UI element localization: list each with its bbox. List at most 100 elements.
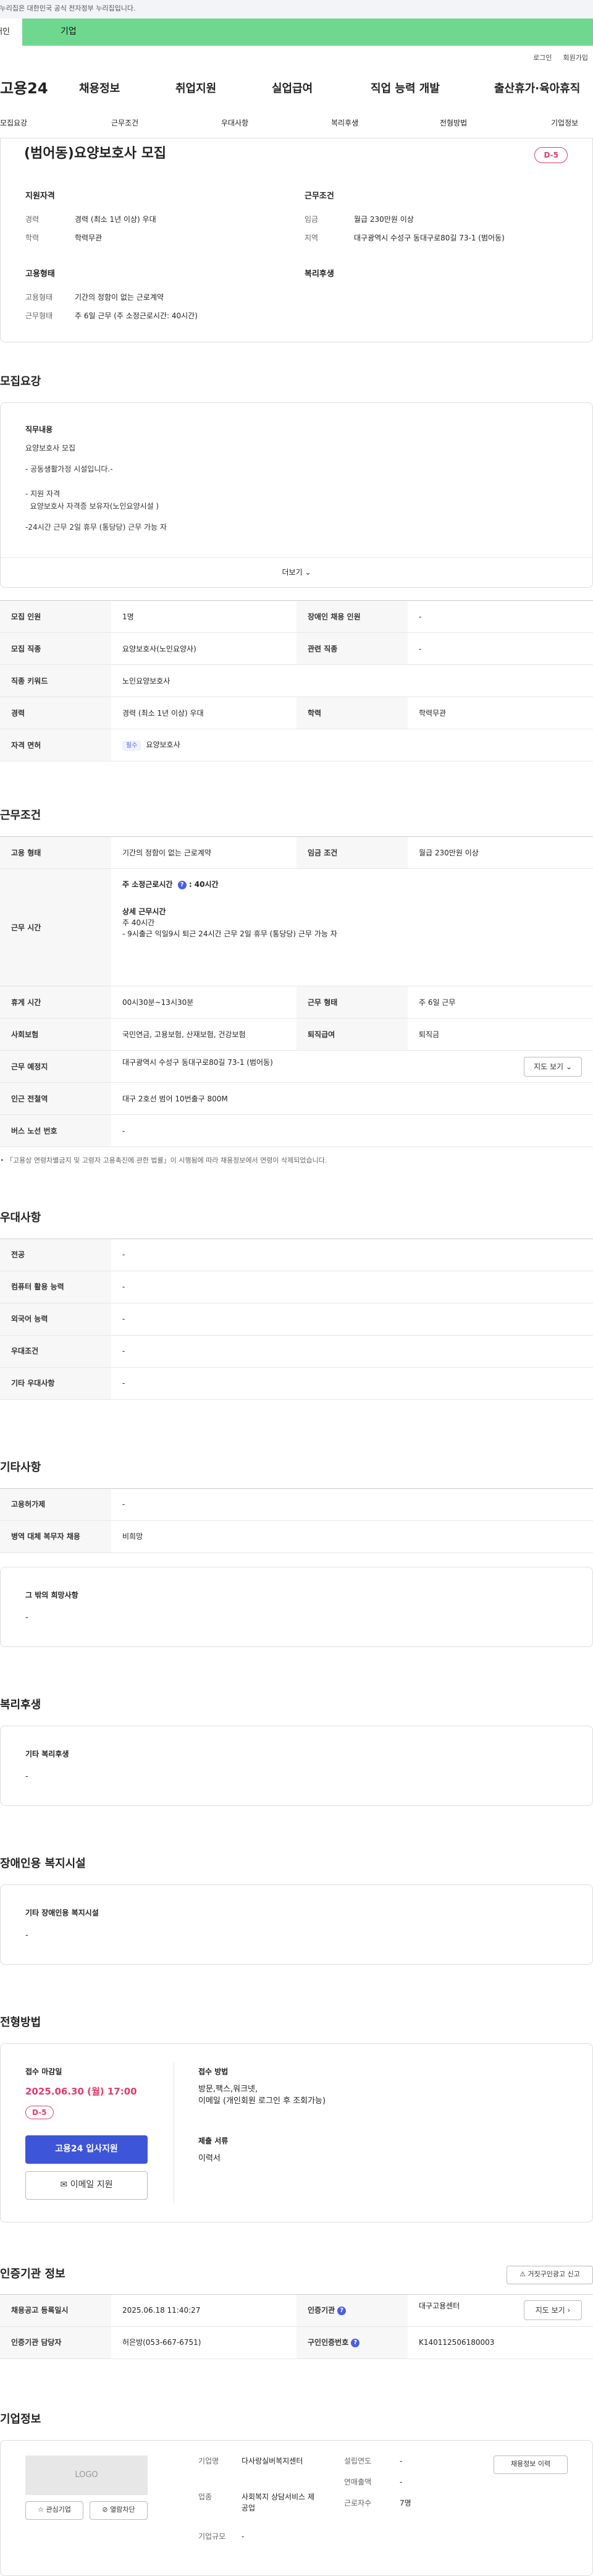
- more-label: 더보기: [282, 568, 303, 577]
- summary-label: 지역: [305, 234, 319, 242]
- login-link[interactable]: 로그인: [533, 53, 552, 70]
- agency-map-button[interactable]: 지도 보기 ›: [524, 2300, 582, 2320]
- gnb-item-parental-leave[interactable]: 출산휴가·육아휴직: [494, 80, 580, 97]
- hope-heading: 그 밖의 희망사항: [25, 1590, 78, 1599]
- info-icon[interactable]: ?: [177, 880, 187, 889]
- util-nav: 로그인 회원가입: [0, 46, 593, 70]
- chevron-down-icon: ⌄: [563, 1062, 572, 1071]
- table-header-cell: 모집 직종: [0, 632, 111, 665]
- favorite-company-button[interactable]: ☆ 관심기업: [25, 2501, 83, 2520]
- hope-card: 그 밖의 희망사항 -: [0, 1566, 593, 1647]
- recruit-table: 모집 인원 1명 장애인 채용 인원 - 모집 직종 요양보호사(노인요양사) …: [0, 600, 593, 761]
- summary-row: 고용형태 기간의 정함이 없는 근로계약: [25, 292, 198, 310]
- table-cell: 요양보호사(노인요양사): [111, 632, 296, 665]
- signup-link[interactable]: 회원가입: [563, 53, 588, 70]
- table-header-cell: 고용허가제: [0, 1488, 111, 1521]
- hiring-history-button[interactable]: 채용정보 이력: [494, 2455, 568, 2474]
- more-button[interactable]: 더보기 ⌄: [1, 557, 592, 588]
- summary-label: 학력: [25, 234, 40, 242]
- report-button-label: 거짓구인광고 신고: [528, 2270, 580, 2279]
- company-value: -: [242, 2532, 245, 2541]
- map-button[interactable]: 지도 보기 ⌄: [524, 1056, 582, 1077]
- table-cell: K140112506180003: [408, 2326, 593, 2359]
- table-header-cell: 학력: [296, 697, 408, 729]
- anchor-recruit[interactable]: 모집요강: [0, 117, 27, 129]
- table-header-cell: 근무 형태: [296, 986, 408, 1019]
- gov-notice-bar: 이 누리집은 대한민국 공식 전자정부 누리집입니다.: [0, 0, 593, 19]
- summary-row: 학력 학력무관: [25, 232, 156, 251]
- info-icon[interactable]: ?: [351, 2338, 360, 2347]
- table-row: 병역 대체 복무자 채용 비희망: [0, 1520, 593, 1553]
- block-label: 열람차단: [110, 2506, 135, 2514]
- gnb-item-vocational-training[interactable]: 직업 능력 개발: [371, 80, 440, 97]
- mail-icon: ✉: [60, 2180, 70, 2190]
- company-label: 업종: [198, 2492, 212, 2501]
- table-cell: 대구 2호선 범어 10번출구 800M: [111, 1082, 593, 1115]
- hope-value: -: [25, 1612, 28, 1622]
- gnb-item-employment-support[interactable]: 취업지원: [175, 80, 216, 97]
- tab-personal[interactable]: 개인: [0, 19, 22, 46]
- report-fake-ad-button[interactable]: ⚠ 거짓구인광고 신고: [507, 2265, 593, 2284]
- table-cell: 비희망: [111, 1520, 593, 1553]
- table-header-cell: 근무 예정지: [0, 1050, 111, 1083]
- company-value: 7명: [400, 2498, 411, 2507]
- table-row: 컴퓨터 활용 능력 -: [0, 1271, 593, 1303]
- process-card: 접수 마감일 2025.06.30 (월) 17:00 D-5 고용24 입사지…: [0, 2043, 593, 2222]
- anchor-conditions[interactable]: 근무조건: [111, 117, 138, 129]
- gnb-item-jobs[interactable]: 채용정보: [79, 80, 120, 97]
- anchor-preference[interactable]: 우대사항: [221, 117, 248, 129]
- table-header-cell: 병역 대체 복무자 채용: [0, 1520, 111, 1553]
- global-nav: 고용24 채용정보 취업지원 실업급여 직업 능력 개발 출산휴가·육아휴직: [0, 70, 593, 106]
- table-row: 전공 -: [0, 1239, 593, 1271]
- gnb-item-unemployment-benefit[interactable]: 실업급여: [272, 80, 313, 97]
- table-header-cell: 장애인 채용 인원: [296, 600, 408, 633]
- info-icon[interactable]: ?: [337, 2306, 347, 2315]
- site-logo[interactable]: 고용24: [0, 77, 48, 100]
- summary-label: 임금: [305, 215, 319, 224]
- company-value: -: [400, 2456, 403, 2465]
- required-tag: 필수: [122, 740, 141, 751]
- anchor-welfare[interactable]: 복리후생: [331, 117, 358, 129]
- block-company-button[interactable]: ⊘ 열람차단: [90, 2501, 148, 2520]
- tab-company[interactable]: 기업: [22, 19, 593, 46]
- company-card: LOGO ☆ 관심기업 ⊘ 열람차단 기업명 다사랑실버복지센터 업종 사회복지 상…: [0, 2439, 593, 2576]
- company-value: -: [400, 2477, 403, 2486]
- agency-table: 채용공고 등록일시 2025.06.18 11:40:27 인증기관? 대구고용…: [0, 2294, 593, 2359]
- company-label: 기업명: [198, 2456, 219, 2465]
- agency-header: 인증기관 정보 ⚠ 거짓구인광고 신고: [0, 2265, 593, 2290]
- table-header-cell: 자격 면허: [0, 729, 111, 761]
- company-info-row: 연매출액 -: [344, 2476, 411, 2498]
- process-heading: 전형방법: [0, 2015, 41, 2029]
- table-header-cell: 컴퓨터 활용 능력: [0, 1271, 111, 1303]
- table-row: 외국어 능력 -: [0, 1303, 593, 1336]
- table-cell: -: [111, 1488, 593, 1521]
- weekly-hours-label: 주 소정근로시간: [122, 880, 175, 889]
- table-cell: 대구고용센터 지도 보기 ›: [408, 2294, 593, 2327]
- anchor-company[interactable]: 기업정보: [551, 117, 578, 129]
- table-cell: -: [111, 1335, 593, 1368]
- agency-heading: 인증기관 정보: [0, 2267, 65, 2281]
- table-header-cell: 인근 전철역: [0, 1082, 111, 1115]
- anchor-process[interactable]: 전형방법: [440, 117, 467, 129]
- company-info-row: 기업규모 -: [198, 2531, 316, 2542]
- dday-badge: D-5: [25, 2105, 54, 2119]
- etc-table: 고용허가제 - 병역 대체 복무자 채용 비희망: [0, 1488, 593, 1553]
- email-apply-button[interactable]: ✉ 이메일 지원: [25, 2171, 148, 2200]
- gov-notice-text: 이 누리집은 대한민국 공식 전자정부 누리집입니다.: [0, 4, 136, 12]
- table-header-cell: 기타 우대사항: [0, 1367, 111, 1400]
- table-cell: -: [408, 632, 593, 665]
- apply-button[interactable]: 고용24 입사지원: [25, 2135, 148, 2164]
- table-cell: -: [111, 1271, 593, 1303]
- time-detail-heading: 상세 근무시간: [122, 907, 166, 916]
- summary-emp-rows: 고용형태 기간의 정함이 없는 근로계약 근무형태 주 6일 근무 (주 소정근로시…: [25, 292, 198, 329]
- table-header-cell: 전공: [0, 1239, 111, 1271]
- table-row: 자격 면허 필수 요양보호사: [0, 729, 593, 761]
- agency-label: 인증기관: [308, 2306, 335, 2315]
- disabled-sub-heading: 기타 장애인용 복지시설: [25, 1908, 99, 1917]
- table-header-cell: 우대조건: [0, 1335, 111, 1368]
- hiring-history-label: 채용정보 이력: [510, 2460, 551, 2468]
- company-info-row: 기업명 다사랑실버복지센터: [198, 2455, 316, 2491]
- table-cell: 월급 230만원 이상: [408, 836, 593, 869]
- welfare-card: 기타 복리후생 -: [0, 1725, 593, 1806]
- duty-heading: 직무내용: [25, 425, 53, 434]
